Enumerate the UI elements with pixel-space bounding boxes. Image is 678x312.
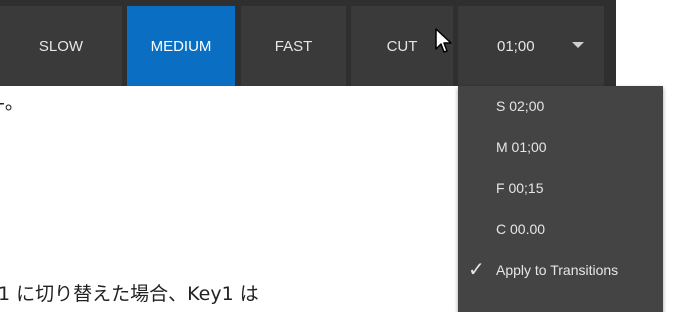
duration-dropdown[interactable]: 01;00	[458, 6, 604, 86]
checkmark-icon: ✓	[468, 259, 485, 281]
fast-button[interactable]: FAST	[241, 6, 346, 86]
mouse-pointer-icon	[435, 28, 452, 53]
document-text-fragment-top: -。	[0, 92, 24, 114]
menu-item-medium-duration[interactable]: M 01;00	[458, 127, 663, 167]
transition-speed-toolbar: SLOW MEDIUM FAST CUT 01;00	[0, 0, 616, 86]
menu-item-slow-duration[interactable]: S 02;00	[458, 86, 663, 126]
menu-item-label: Apply to Transitions	[496, 262, 619, 278]
menu-item-label: F 00;15	[496, 180, 544, 196]
chevron-down-icon[interactable]	[572, 42, 584, 48]
menu-item-fast-duration[interactable]: F 00;15	[458, 168, 663, 208]
menu-item-cut-duration[interactable]: C 00.00	[458, 209, 663, 249]
menu-item-apply-to-transitions[interactable]: ✓ Apply to Transitions	[458, 250, 663, 290]
duration-value: 01;00	[497, 37, 535, 55]
document-text-fragment-bottom: 1 に切り替えた場合、Key1 は	[0, 283, 259, 305]
menu-item-label: M 01;00	[496, 139, 547, 155]
menu-item-label: C 00.00	[496, 221, 546, 237]
duration-dropdown-menu: S 02;00 M 01;00 F 00;15 C 00.00 ✓ Apply …	[458, 86, 663, 312]
slow-button[interactable]: SLOW	[0, 6, 122, 86]
medium-button[interactable]: MEDIUM	[127, 6, 235, 86]
menu-item-label: S 02;00	[496, 98, 545, 114]
